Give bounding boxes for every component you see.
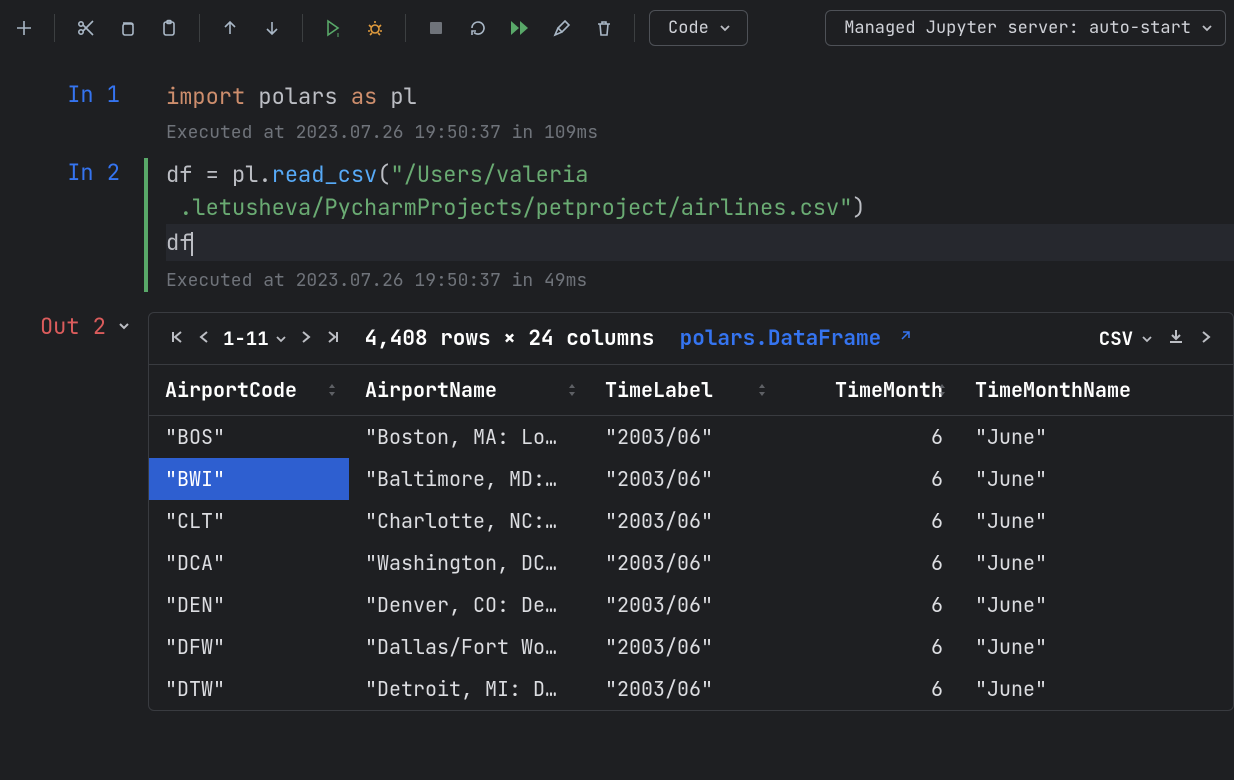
summary-text: 4,408 rows × 24 columns: [365, 325, 655, 352]
prev-page-button[interactable]: [197, 326, 211, 351]
debug-cell-button[interactable]: [359, 12, 391, 44]
sort-icon: [567, 383, 577, 397]
table-row[interactable]: "DCA""Washington, DC…"2003/06"6"June": [149, 542, 1233, 584]
sort-icon: [327, 383, 337, 397]
output-cell: Out 2 1-11 4,408 rows × 24 colum: [0, 312, 1234, 711]
copy-icon: [118, 19, 136, 37]
external-link-icon: [898, 329, 912, 343]
text-cursor: [191, 232, 193, 256]
execution-status: Executed at 2023.07.26 19:50:37 in 109ms: [166, 121, 1234, 144]
chevron-left-icon: [197, 329, 211, 345]
type-link[interactable]: polars.DataFrame: [680, 325, 882, 352]
jupyter-server-label: Managed Jupyter server: auto-start: [844, 17, 1191, 39]
execution-status: Executed at 2023.07.26 19:50:37 in 49ms: [166, 269, 1234, 292]
sort-icon: [757, 383, 767, 397]
column-header[interactable]: AirportName: [349, 365, 589, 416]
add-cell-button[interactable]: [8, 12, 40, 44]
table-row[interactable]: "DFW""Dallas/Fort Wo…"2003/06"6"June": [149, 626, 1233, 668]
trash-icon: [595, 19, 613, 37]
run-cursor-icon: [324, 19, 342, 37]
chevron-right-icon: [299, 329, 313, 345]
dataframe-table: AirportCode AirportName TimeLabel TimeMo…: [149, 364, 1233, 710]
run-all-icon: [510, 19, 530, 37]
restart-kernel-button[interactable]: [462, 12, 494, 44]
next-page-button[interactable]: [299, 326, 313, 351]
code-cell[interactable]: In 2 df = pl.read_csv("/Users/valeria .l…: [0, 158, 1234, 292]
download-button[interactable]: [1167, 326, 1185, 351]
chevron-right-icon: [1199, 329, 1213, 345]
arrow-up-icon: [221, 19, 239, 37]
cell-type-label: Code: [668, 17, 709, 39]
page-range-dropdown[interactable]: 1-11: [223, 326, 287, 351]
plus-icon: [15, 19, 33, 37]
broom-icon: [553, 19, 571, 37]
move-up-button[interactable]: [214, 12, 246, 44]
dataframe-output: 1-11 4,408 rows × 24 columns polars.Data…: [148, 312, 1234, 711]
column-header[interactable]: TimeMonthName: [959, 365, 1233, 416]
stop-icon: [428, 20, 444, 36]
in-prompt: In 1: [0, 80, 148, 109]
bug-icon: [366, 19, 384, 37]
clear-outputs-button[interactable]: [546, 12, 578, 44]
table-row[interactable]: "CLT""Charlotte, NC:…"2003/06"6"June": [149, 500, 1233, 542]
copy-button[interactable]: [111, 12, 143, 44]
notebook-toolbar: Code Managed Jupyter server: auto-start: [0, 0, 1234, 56]
scissors-icon: [76, 19, 94, 37]
first-page-button[interactable]: [169, 326, 185, 351]
delete-cell-button[interactable]: [588, 12, 620, 44]
out-prompt: Out 2: [40, 312, 106, 341]
notebook: In 1 import polars as pl Executed at 202…: [0, 56, 1234, 711]
cell-type-dropdown[interactable]: Code: [649, 10, 748, 46]
sort-icon: [937, 383, 947, 397]
column-header[interactable]: AirportCode: [149, 365, 349, 416]
download-icon: [1167, 327, 1185, 345]
table-row[interactable]: "BWI""Baltimore, MD:…"2003/06"6"June": [149, 458, 1233, 500]
first-page-icon: [169, 329, 185, 345]
column-header[interactable]: TimeLabel: [589, 365, 779, 416]
paste-button[interactable]: [153, 12, 185, 44]
last-page-button[interactable]: [325, 326, 341, 351]
stop-button[interactable]: [420, 12, 452, 44]
clipboard-icon: [160, 19, 178, 37]
run-cell-button[interactable]: [317, 12, 349, 44]
table-row[interactable]: "BOS""Boston, MA: Lo…"2003/06"6"June": [149, 416, 1233, 459]
chevron-down-icon: [719, 22, 731, 34]
chevron-down-icon: [1141, 333, 1153, 345]
table-row[interactable]: "DEN""Denver, CO: De…"2003/06"6"June": [149, 584, 1233, 626]
cut-button[interactable]: [69, 12, 101, 44]
collapse-output-toggle[interactable]: [116, 312, 132, 341]
chevron-down-icon: [275, 333, 287, 345]
table-row[interactable]: "DTW""Detroit, MI: D…"2003/06"6"June": [149, 668, 1233, 710]
arrow-down-icon: [263, 19, 281, 37]
run-all-button[interactable]: [504, 12, 536, 44]
code-cell[interactable]: In 1 import polars as pl Executed at 202…: [0, 80, 1234, 144]
restart-icon: [469, 19, 487, 37]
last-page-icon: [325, 329, 341, 345]
chevron-down-icon: [116, 318, 132, 334]
column-header[interactable]: TimeMonth: [779, 365, 959, 416]
more-output-button[interactable]: [1199, 326, 1213, 351]
move-down-button[interactable]: [256, 12, 288, 44]
export-dropdown[interactable]: CSV: [1099, 326, 1153, 351]
in-prompt: In 2: [0, 158, 148, 187]
chevron-down-icon: [1201, 22, 1213, 34]
jupyter-server-dropdown[interactable]: Managed Jupyter server: auto-start: [825, 10, 1226, 46]
